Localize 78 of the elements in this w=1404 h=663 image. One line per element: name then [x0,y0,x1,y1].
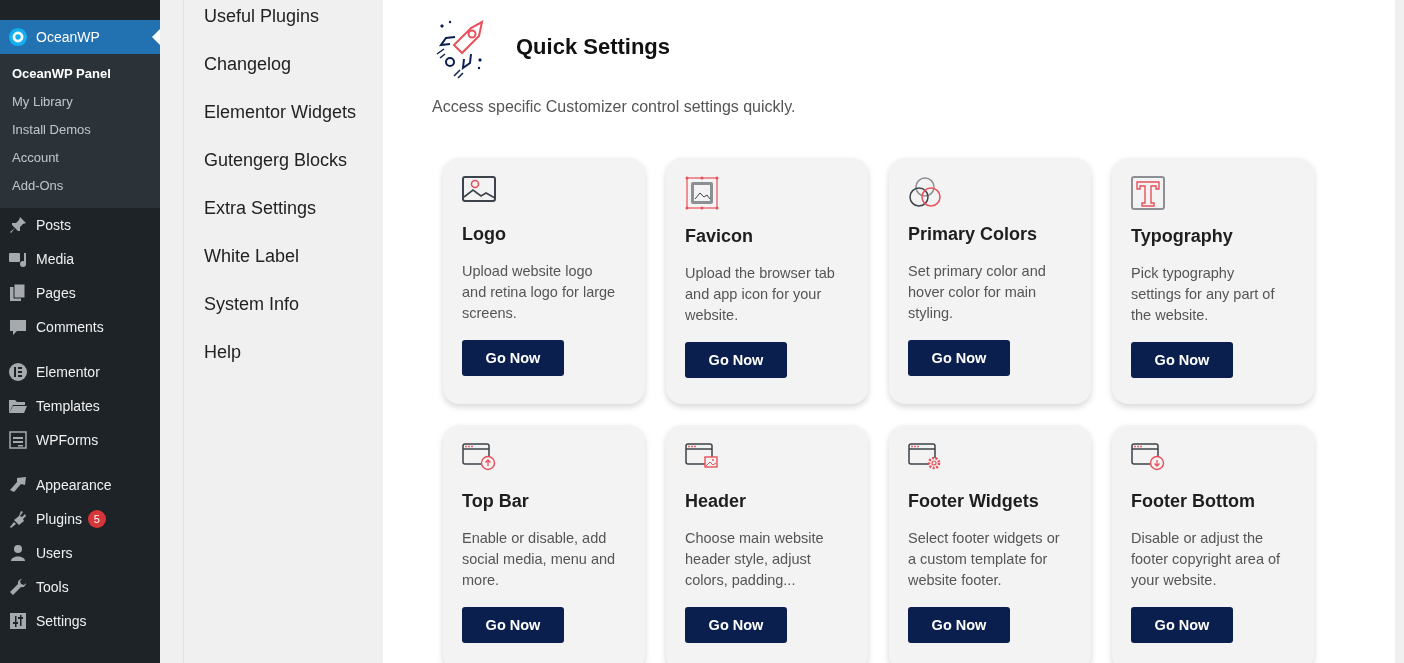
nav-link[interactable]: System Info [184,288,383,336]
card-title: Primary Colors [908,224,1039,245]
speech-bubble-icon [8,317,28,337]
menu-item[interactable]: WPForms [0,423,160,457]
card-description: Select footer widgets or a custom template for website footer. [908,529,1061,590]
section-title: Quick Settings [516,34,671,60]
menu-item[interactable]: Plugins 5 [0,502,160,536]
go-now-button[interactable]: Go Now [908,340,1010,376]
submenu-item[interactable]: OceanWP Panel [0,60,160,88]
menu-label: Comments [36,319,104,335]
menu-item[interactable]: Pages [0,276,160,310]
go-now-button[interactable]: Go Now [462,340,564,376]
menu-label: Pages [36,285,76,301]
menu-item[interactable]: Comments [0,310,160,344]
go-now-button[interactable]: Go Now [1131,342,1233,378]
card-title: Footer Widgets [908,491,1040,512]
person-icon [8,543,28,563]
nav-link[interactable]: White Label [184,240,383,288]
card-title: Footer Bottom [1131,491,1256,512]
menu-label: Plugins [36,511,82,527]
pushpin-icon [8,215,28,235]
card-title: Top Bar [462,491,530,512]
card-description: Upload website logo and retina logo for large screens. [462,262,617,323]
submenu-item[interactable]: My Library [0,88,160,116]
menu-item[interactable]: Users [0,536,160,570]
menu-item[interactable]: Templates [0,389,160,423]
go-now-button[interactable]: Go Now [1131,607,1233,643]
menu-label: Appearance [36,477,112,493]
nav-link[interactable]: Changelog [184,48,383,96]
menu-item[interactable]: Media [0,242,160,276]
menu-label: Posts [36,217,71,233]
nav-link[interactable]: Extra Settings [184,192,383,240]
menu-label: Users [36,545,73,561]
menu-item[interactable]: Settings [0,604,160,638]
card-description: Upload the browser tab and app icon for your website. [685,264,836,325]
ring-icon [8,27,28,47]
menu-item[interactable]: Appearance [0,468,160,502]
card-description: Set primary color and hover color for main styling. [908,262,1047,323]
nav-link[interactable]: Gutengerg Blocks [184,144,383,192]
menu-label: Elementor [36,364,100,380]
section-description: Access specific Customizer control settings quickly. [432,98,797,116]
menu-label: OceanWP [36,29,100,45]
wrench-icon [8,577,28,597]
framed-picture-icon [685,176,719,212]
menu-label: Media [36,251,75,267]
menu-label: Tools [36,579,69,595]
card-title: Typography [1131,226,1234,247]
submenu-item[interactable]: Add-Ons [0,172,160,200]
card-title: Logo [462,224,507,245]
card-title: Favicon [685,226,755,247]
submenu-item[interactable]: Account [0,144,160,172]
menu-item[interactable]: Posts [0,208,160,242]
card-description: Pick typography settings for any part of the website. [1131,264,1276,325]
nav-link[interactable]: Useful Plugins [184,0,383,48]
menu-item[interactable]: Elementor [0,355,160,389]
card-description: Enable or disable, add social media, menu and more. [462,529,617,590]
go-now-button[interactable]: Go Now [685,607,787,643]
go-now-button[interactable]: Go Now [685,342,787,378]
form-icon [8,430,28,450]
nav-link[interactable]: Help [184,336,383,384]
go-now-button[interactable]: Go Now [462,607,564,643]
menu-label: WPForms [36,432,99,448]
menu-label: Settings [36,613,87,629]
card-description: Choose main website header style, adjust colors, padding... [685,529,825,590]
menu-item[interactable]: OceanWP [0,20,160,54]
pages-icon [8,283,28,303]
card-description: Disable or adjust the footer copyright area of your website. [1131,529,1282,590]
plug-icon [8,509,28,529]
count-badge: 5 [87,510,106,528]
nav-link[interactable]: Elementor Widgets [184,96,383,144]
menu-item[interactable]: Tools [0,570,160,604]
e-circle-icon [8,362,28,382]
menu-label: Templates [36,398,100,414]
go-now-button[interactable]: Go Now [908,607,1010,643]
submenu-item[interactable]: Install Demos [0,116,160,144]
card-title: Header [685,491,748,512]
letter-t-icon [1131,176,1165,212]
sliders-icon [8,611,28,631]
